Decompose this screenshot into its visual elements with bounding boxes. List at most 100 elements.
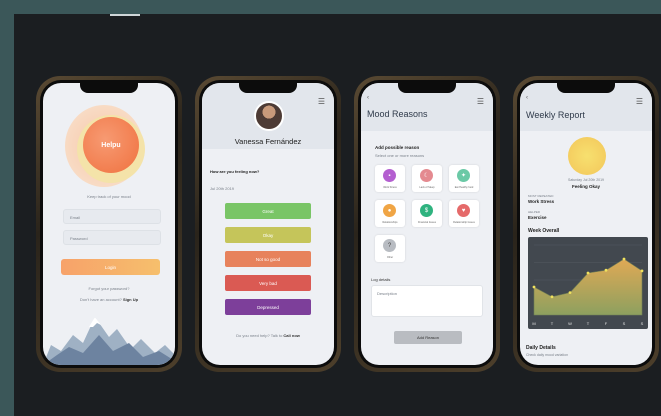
chart-x-tick-label: M [532, 321, 535, 326]
showcase-background: Helpu Keep track of your mood Email Pass… [14, 14, 661, 416]
week-chart-svg: MTWTFSS [532, 244, 644, 326]
chart-point[interactable] [640, 269, 644, 273]
page-title: Weekly Report [526, 110, 585, 120]
reason-label: Other [386, 256, 394, 259]
menu-icon[interactable]: ☰ [636, 97, 643, 106]
back-icon[interactable]: ‹ [367, 95, 369, 101]
reason-other[interactable]: ? Other [375, 235, 405, 262]
moon-icon: ☾ [420, 169, 433, 182]
chart-x-tick-label: T [551, 321, 554, 326]
reason-label: Lack of Sleep [419, 186, 435, 189]
section-hint: Select one or more reasons [375, 153, 425, 158]
reason-label: Relationships [382, 221, 398, 224]
call-now-link[interactable]: Call now [283, 333, 299, 338]
login-screen: Helpu Keep track of your mood Email Pass… [43, 83, 175, 365]
mood-very-bad-button[interactable]: Very bad [225, 275, 311, 291]
mood-okay-button[interactable]: Okay [225, 227, 311, 243]
mountains-illustration [43, 317, 175, 365]
reason-label: Work Stress [383, 186, 397, 189]
chart-x-tick-label: W [568, 321, 572, 326]
tagline: Keep track of your mood [87, 194, 131, 199]
report-screen: ‹ ☰ Weekly Report Saturday Jul 20th 2019… [520, 83, 652, 365]
mood-not-so-good-button[interactable]: Not so good [225, 251, 311, 267]
password-field[interactable]: Password [63, 230, 161, 245]
phone-mood: ☰ Vanessa Fernández How are you feeling … [195, 76, 341, 372]
mood-date: Saturday Jul 20th 2019 [568, 178, 604, 182]
chart-x-tick-label: S [641, 321, 644, 326]
reason-label: Eat Healthy food [454, 186, 474, 189]
phone-reasons: ‹ ☰ Mood Reasons Add possible reason Sel… [354, 76, 500, 372]
reason-eat-healthy[interactable]: ✦ Eat Healthy food [449, 165, 479, 192]
reason1-value: Work Stress [528, 199, 555, 204]
avatar [254, 101, 284, 131]
signup-prompt: Don't have an account? [79, 297, 122, 302]
chart-point[interactable] [532, 285, 536, 289]
daily-details-label: Daily Details [526, 345, 556, 351]
reason-relationship-issues[interactable]: ♥ Relationship Issues [449, 200, 479, 227]
question-icon: ? [383, 239, 396, 252]
chart-x-tick-label: T [587, 321, 590, 326]
chart-point[interactable] [550, 295, 554, 299]
phone-notch [80, 83, 138, 93]
add-reason-label: Add Reason [416, 335, 439, 340]
log-label: Log details [371, 277, 391, 282]
section-subtitle: Add possible reason [375, 145, 420, 150]
mood-sun-indicator [568, 137, 606, 175]
chart-x-tick-label: S [623, 321, 626, 326]
chart-point[interactable] [604, 268, 608, 272]
forgot-password-link[interactable]: Forgot your password? [43, 286, 175, 291]
heart-icon: ♥ [457, 204, 470, 217]
chart-point[interactable] [568, 291, 572, 294]
mood-label: Great [262, 208, 274, 214]
help-prompt: Do you need help? Talk to [236, 333, 283, 338]
mood-depressed-button[interactable]: Depressed [225, 299, 311, 315]
log-details-textarea[interactable]: Description [371, 285, 483, 317]
back-icon[interactable]: ‹ [526, 95, 528, 101]
reasons-screen: ‹ ☰ Mood Reasons Add possible reason Sel… [361, 83, 493, 365]
mood-label: Very bad [259, 280, 277, 286]
phone-login: Helpu Keep track of your mood Email Pass… [36, 76, 182, 372]
briefcase-icon: ▪ [383, 169, 396, 182]
mood-label: Not so good [255, 256, 281, 262]
phone-report: ‹ ☰ Weekly Report Saturday Jul 20th 2019… [513, 76, 659, 372]
reason2-value: Exercise [528, 215, 547, 220]
mood-screen: ☰ Vanessa Fernández How are you feeling … [202, 83, 334, 365]
reason2-caption: HELPED [528, 210, 541, 214]
menu-icon[interactable]: ☰ [318, 97, 325, 106]
phone-notch [557, 83, 615, 93]
reason-label: Financial Issues [418, 221, 436, 224]
password-placeholder: Password [70, 236, 88, 241]
daily-details-sub: Check daily mood variation [526, 353, 569, 357]
mood-great-button[interactable]: Great [225, 203, 311, 219]
logo-circle: Helpu [83, 117, 139, 173]
decorative-bar [110, 14, 140, 16]
chart-point[interactable] [586, 271, 590, 275]
reason-lack-of-sleep[interactable]: ☾ Lack of Sleep [412, 165, 442, 192]
money-icon: $ [420, 204, 433, 217]
reason1-caption: MOST REPEATED [528, 194, 554, 198]
login-button[interactable]: Login [61, 259, 160, 275]
email-field[interactable]: Email [63, 209, 161, 224]
phone-notch [239, 83, 297, 93]
reason-relationships[interactable]: ● Relationships [375, 200, 405, 227]
reason-label: Relationship Issues [453, 221, 475, 224]
email-placeholder: Email [70, 215, 81, 220]
signup-link[interactable]: Sign Up [123, 297, 138, 302]
phone-notch [398, 83, 456, 93]
user-name: Vanessa Fernández [234, 137, 302, 146]
app-logo: Helpu [101, 141, 121, 149]
people-icon: ● [383, 204, 396, 217]
entry-date: Jul 20th 2019 [210, 186, 235, 191]
week-overall-label: Week Overall [528, 228, 560, 234]
signup-row: Don't have an account? Sign Up [43, 297, 175, 302]
food-icon: ✦ [457, 169, 470, 182]
mood-value: Feeling Okay [571, 184, 600, 189]
chart-x-tick-label: F [605, 321, 608, 326]
menu-icon[interactable]: ☰ [477, 97, 484, 106]
help-row: Do you need help? Talk to Call now [202, 333, 334, 338]
reason-financial-issues[interactable]: $ Financial Issues [412, 200, 442, 227]
chart-point[interactable] [622, 257, 626, 261]
reason-work-stress[interactable]: ▪ Work Stress [375, 165, 405, 192]
add-reason-button[interactable]: Add Reason [394, 331, 462, 344]
page-title: Mood Reasons [367, 109, 428, 119]
